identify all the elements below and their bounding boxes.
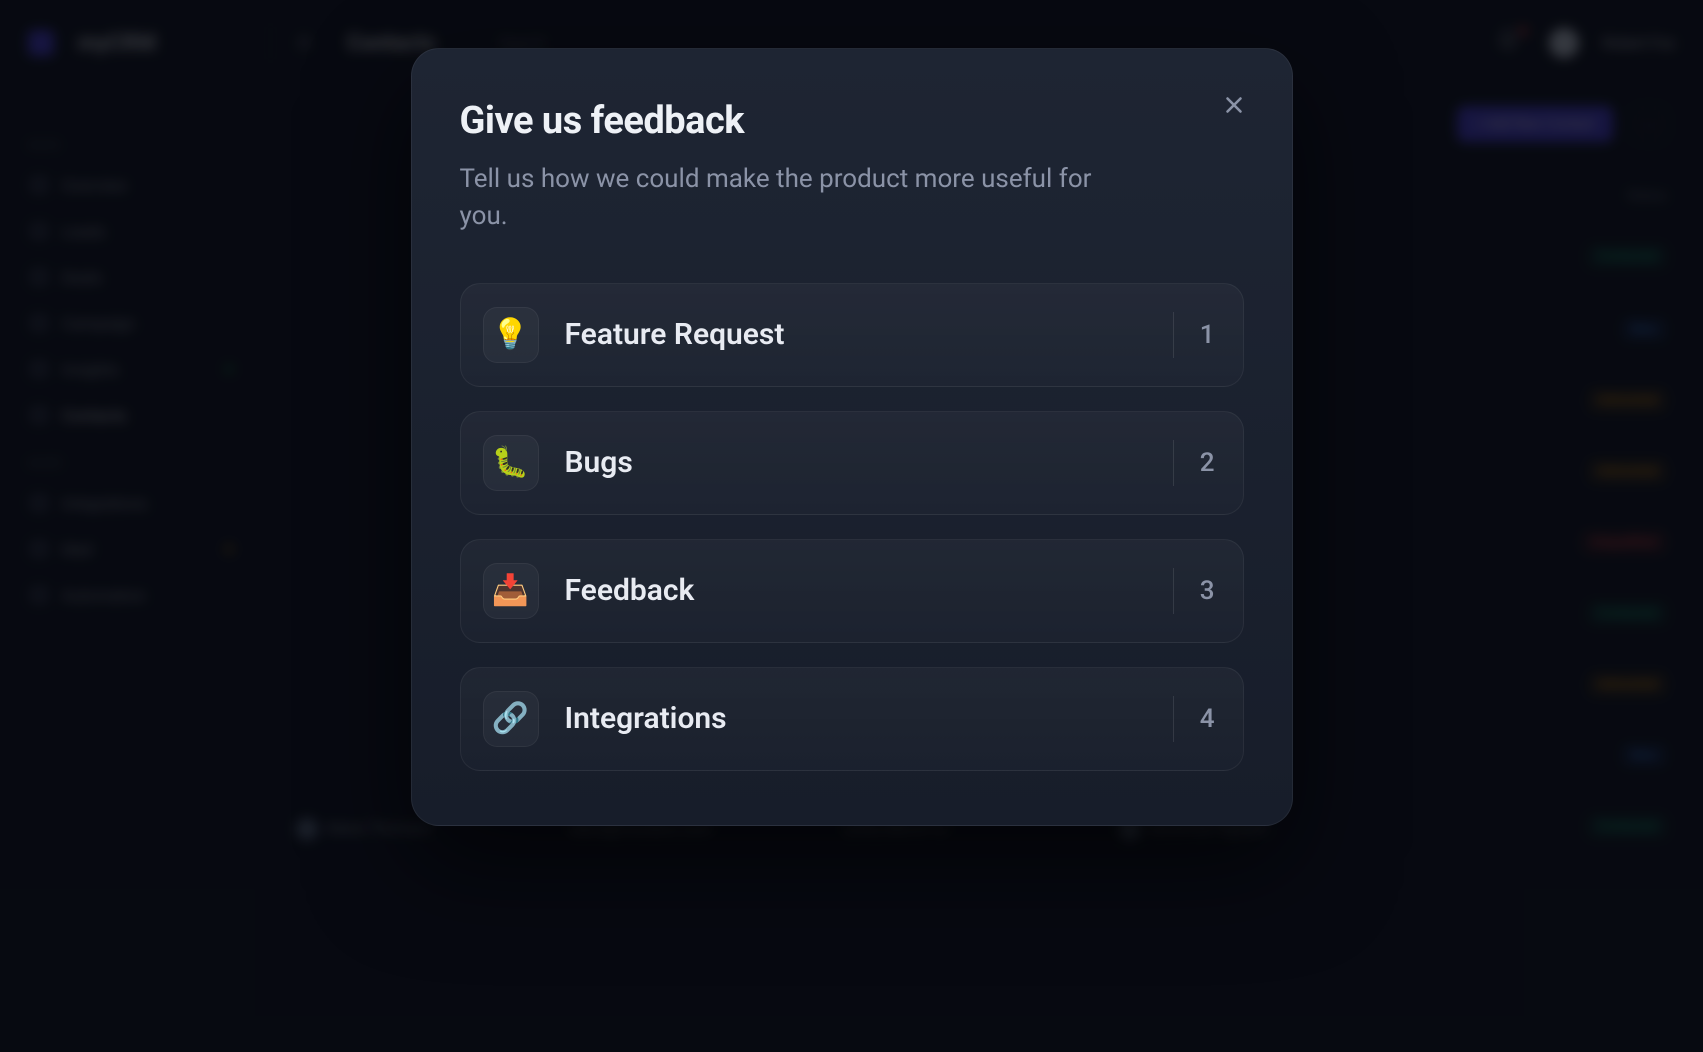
option-shortcut-key: 4: [1173, 696, 1215, 742]
option-shortcut-key: 1: [1173, 312, 1215, 358]
modal-subtitle: Tell us how we could make the product mo…: [460, 161, 1100, 235]
option-label: Feedback: [565, 573, 695, 608]
modal-options: 💡 Feature Request 1 🐛 Bugs 2 📥 Feedback 3 🔗 Integr…: [460, 283, 1244, 771]
close-icon: [1221, 92, 1247, 118]
close-button[interactable]: [1212, 83, 1256, 127]
feedback-modal: Give us feedback Tell us how we could ma…: [411, 48, 1293, 826]
inbox-icon: 📥: [483, 563, 539, 619]
option-shortcut-key: 3: [1173, 568, 1215, 614]
option-shortcut-key: 2: [1173, 440, 1215, 486]
feedback-option-bugs[interactable]: 🐛 Bugs 2: [460, 411, 1244, 515]
feedback-option-integrations[interactable]: 🔗 Integrations 4: [460, 667, 1244, 771]
option-label: Bugs: [565, 445, 633, 480]
feedback-option-feedback[interactable]: 📥 Feedback 3: [460, 539, 1244, 643]
bulb-icon: 💡: [483, 307, 539, 363]
link-icon: 🔗: [483, 691, 539, 747]
option-label: Integrations: [565, 701, 727, 736]
feedback-option-feature-request[interactable]: 💡 Feature Request 1: [460, 283, 1244, 387]
bug-icon: 🐛: [483, 435, 539, 491]
option-label: Feature Request: [565, 317, 785, 352]
modal-title: Give us feedback: [460, 99, 1244, 143]
modal-overlay[interactable]: Give us feedback Tell us how we could ma…: [0, 0, 1703, 1052]
